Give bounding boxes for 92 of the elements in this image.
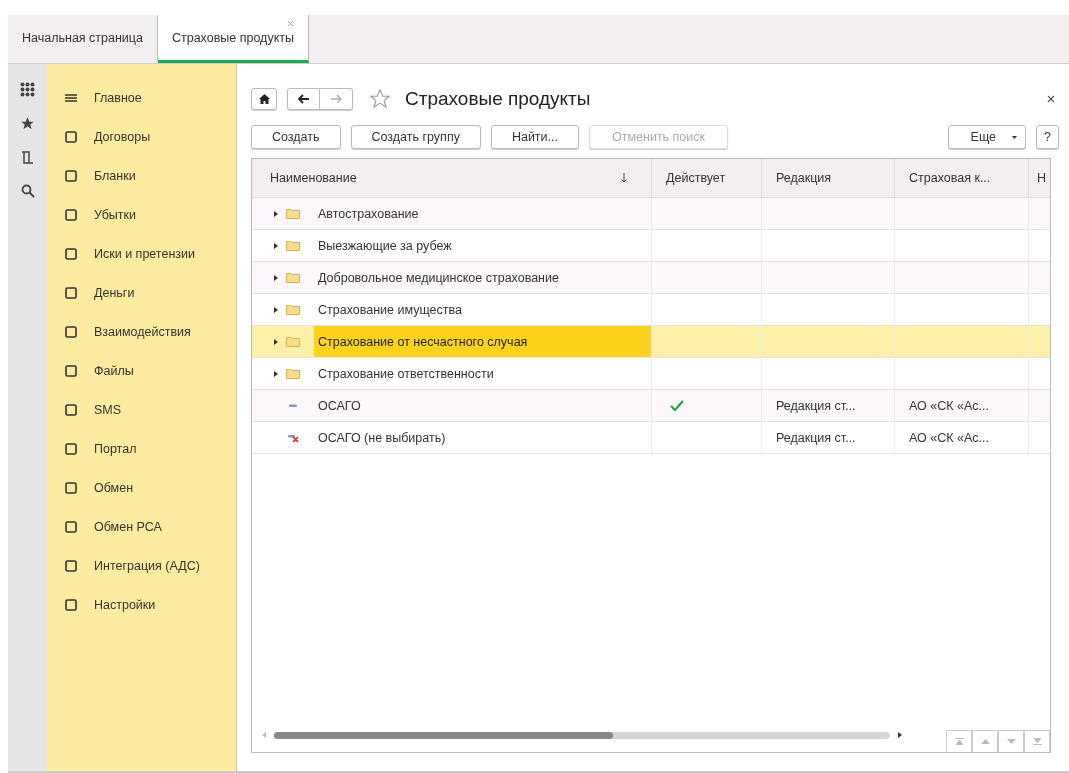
table-row[interactable]: ОСАГО Редакция ст... АО «СК «Ас... (252, 390, 1050, 422)
section-icon (64, 129, 78, 144)
sidebar-item[interactable]: Убытки (94, 207, 136, 222)
sidebar-item[interactable]: Взаимодействия (94, 324, 191, 339)
column-header[interactable]: Н (1037, 171, 1047, 185)
last-icon (1032, 738, 1042, 745)
table-cell-text: Добровольное медицинское страхование (317, 269, 560, 287)
section-icon (64, 168, 78, 183)
sidebar-item[interactable]: Деньги (94, 285, 135, 300)
sidebar-item[interactable]: Главное (94, 90, 142, 105)
form-title: Страховые продукты (405, 88, 591, 110)
deleted-item-icon (286, 432, 300, 443)
toolbar-button[interactable]: Создать группу (350, 125, 481, 149)
down-triangle-icon (1006, 739, 1016, 744)
home-icon (258, 94, 270, 104)
folder-icon (286, 208, 300, 219)
table-row[interactable]: Страхование от несчастного случая (252, 326, 1050, 358)
sidebar-item[interactable]: Портал (94, 441, 137, 456)
folder-icon (286, 304, 300, 315)
section-icon (64, 246, 78, 261)
sidebar-item[interactable]: Интеграция (АДС) (94, 558, 200, 573)
column-header[interactable]: Страховая к... (909, 171, 991, 185)
section-icon (64, 558, 78, 573)
table-cell: АО «СК «Ас... (909, 398, 989, 413)
table-cell: АО «СК «Ас... (909, 430, 989, 445)
table-row[interactable]: Автострахование (252, 198, 1050, 230)
section-icon (64, 285, 78, 300)
section-icon (64, 480, 78, 495)
sidebar-item[interactable]: Обмен РСА (94, 519, 162, 534)
column-header[interactable]: Наименование (270, 171, 357, 185)
table-cell: Редакция ст... (776, 398, 856, 413)
section-icon (64, 519, 78, 534)
expand-arrow-icon[interactable] (274, 242, 278, 249)
sidebar-item[interactable]: Файлы (94, 363, 134, 378)
table-cell-text: Выезжающие за рубеж (317, 237, 453, 255)
section-icon (64, 402, 78, 417)
table-row[interactable]: Добровольное медицинское страхование (252, 262, 1050, 294)
expand-arrow-icon[interactable] (274, 338, 278, 345)
column-header[interactable]: Действует (666, 171, 726, 185)
back-arrow-icon (297, 94, 310, 104)
sidebar-item[interactable]: Обмен (94, 480, 134, 495)
table-row[interactable]: Страхование имущества (252, 294, 1050, 326)
forward-arrow-icon (330, 94, 342, 104)
section-icon (64, 324, 78, 339)
section-icon (64, 597, 78, 612)
section-icon (64, 441, 78, 456)
horizontal-scrollbar[interactable] (274, 731, 890, 739)
grid-icon[interactable] (20, 82, 35, 97)
expand-arrow-icon[interactable] (274, 274, 278, 281)
star-icon[interactable] (20, 116, 35, 131)
table-row[interactable]: Выезжающие за рубеж (252, 230, 1050, 262)
sidebar-item[interactable]: Иски и претензии (94, 246, 195, 261)
close-icon[interactable] (1047, 95, 1055, 103)
sidebar-item[interactable]: Настройки (94, 597, 156, 612)
expand-arrow-icon[interactable] (274, 210, 278, 217)
first-icon (954, 738, 964, 745)
search-icon[interactable] (20, 184, 35, 198)
help-button[interactable]: ? (1036, 125, 1059, 149)
star-outline-icon[interactable] (369, 88, 391, 110)
sidebar-item[interactable]: Договоры (94, 129, 151, 144)
expand-arrow-icon[interactable] (274, 306, 278, 313)
caret-icon (1012, 135, 1018, 139)
table-cell-text: Страхование имущества (317, 301, 463, 319)
tab[interactable]: Страховые продукты (157, 15, 309, 63)
section-icon (64, 207, 78, 222)
scrollbar-thumb[interactable] (274, 731, 613, 739)
expand-arrow-icon[interactable] (274, 370, 278, 377)
table-cell: Редакция ст... (776, 430, 856, 445)
folder-icon (286, 336, 300, 347)
sidebar-item[interactable]: SMS (94, 402, 122, 417)
section-icon (64, 363, 78, 378)
column-header[interactable]: Редакция (776, 171, 832, 185)
table-cell: Страхование от несчастного случая (314, 326, 651, 357)
home-button[interactable] (251, 88, 277, 110)
toolbar-button[interactable]: Найти... (490, 125, 579, 149)
folder-icon (286, 240, 300, 251)
sidebar-item[interactable]: Бланки (94, 168, 136, 183)
folder-icon (286, 368, 300, 379)
up-triangle-icon (980, 739, 990, 744)
toolbar-button[interactable]: Создать (251, 125, 341, 149)
scroll-right-icon[interactable] (898, 732, 902, 738)
tab[interactable]: Начальная страница (8, 15, 158, 63)
table-row[interactable]: Страхование ответственности (252, 358, 1050, 390)
table-cell-text: ОСАГО (317, 397, 362, 415)
back-button[interactable] (287, 88, 320, 110)
table-cell-text: Автострахование (317, 205, 420, 223)
table-cell-text: ОСАГО (не выбирать) (317, 429, 447, 447)
table-cell-text: Страхование ответственности (317, 365, 495, 383)
table-row[interactable]: ОСАГО (не выбирать) Редакция ст... АО «СК «Ас... (252, 422, 1050, 454)
more-button[interactable]: Еще (947, 125, 1027, 149)
sort-arrow-icon[interactable] (621, 173, 627, 183)
folder-icon (286, 272, 300, 283)
